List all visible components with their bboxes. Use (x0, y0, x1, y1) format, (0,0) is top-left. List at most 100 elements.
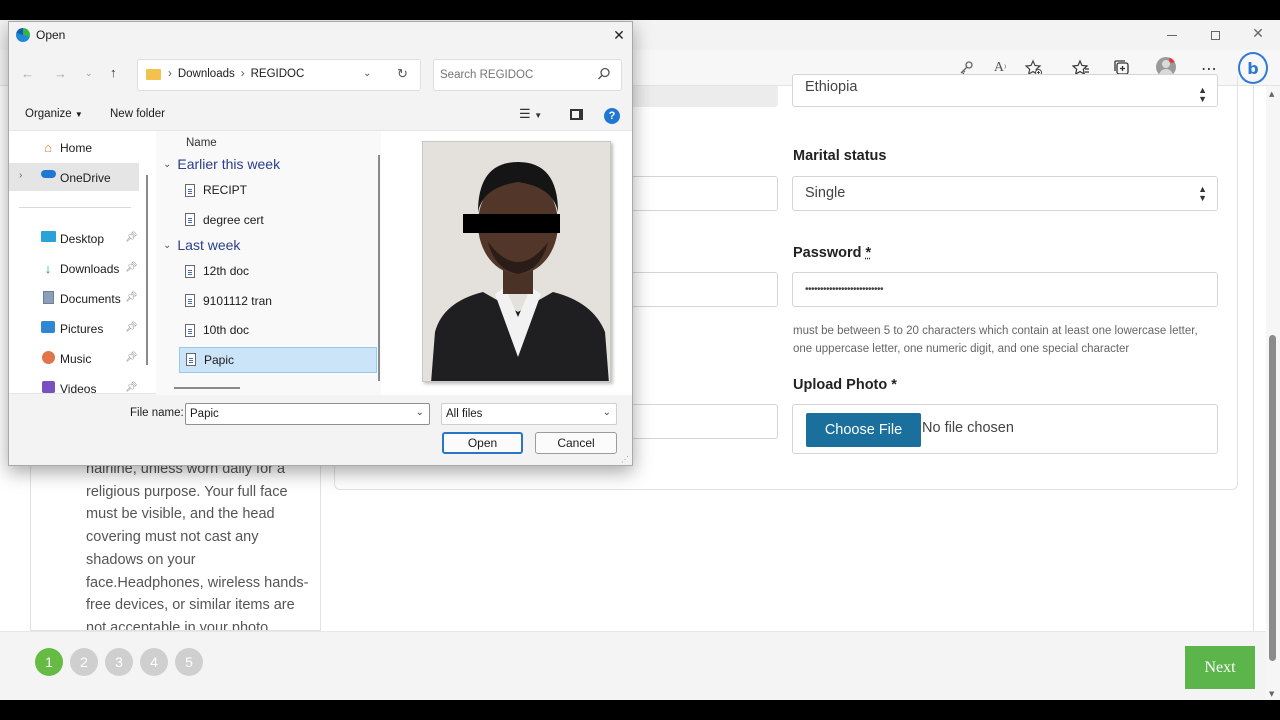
videos-icon (39, 381, 57, 393)
folder-icon (146, 69, 161, 80)
nav-item-label: Documents (60, 292, 121, 306)
recent-locations-icon[interactable]: ⌄ (85, 68, 93, 79)
group-label: Last week (177, 237, 241, 253)
nav-item-documents[interactable]: Documents 📌︎ (9, 284, 139, 312)
column-header-name[interactable]: Name (186, 137, 217, 149)
step-4[interactable]: 4 (140, 648, 168, 676)
preview-pane (381, 131, 632, 395)
nav-pane-scrollbar[interactable] (146, 175, 148, 365)
outer-card-edge (1253, 86, 1254, 631)
nav-item-label: Pictures (60, 322, 104, 336)
nav-item-onedrive[interactable]: › OneDrive (9, 163, 139, 191)
screen-bottom-bar (0, 700, 1280, 720)
breadcrumb-item[interactable]: Downloads (178, 68, 235, 80)
search-input[interactable] (440, 66, 590, 84)
music-icon (39, 351, 57, 364)
forward-icon[interactable]: → (54, 66, 67, 81)
view-menu-icon[interactable]: ☰ ▼ (519, 106, 542, 122)
step-2[interactable]: 2 (70, 648, 98, 676)
nav-divider (19, 207, 131, 208)
minimize-icon[interactable] (1160, 26, 1184, 44)
new-folder-button[interactable]: New folder (110, 108, 165, 120)
nav-item-home[interactable]: ⌂ Home (9, 133, 139, 161)
search-box[interactable] (433, 59, 622, 91)
file-group-header[interactable]: ⌄ Last week (163, 234, 240, 256)
close-window-icon[interactable]: ✕ (1246, 25, 1270, 43)
file-name: Papic (204, 352, 235, 367)
pin-icon[interactable]: 📌︎ (125, 382, 138, 393)
file-list-scrollbar[interactable] (378, 155, 380, 381)
organize-button[interactable]: Organize ▼ (25, 108, 83, 120)
file-item[interactable]: 10th doc (179, 317, 377, 343)
file-name: 12th doc (203, 264, 250, 278)
refresh-icon[interactable]: ↻ (397, 66, 408, 82)
file-group-header[interactable]: ⌄ Earlier this week (163, 153, 280, 175)
page-scrollbar-thumb[interactable] (1269, 335, 1276, 661)
file-item[interactable]: 12th doc (179, 258, 377, 284)
wizard-footer: 12345 Next (0, 631, 1266, 700)
help-icon[interactable]: ? (604, 108, 620, 124)
photo-preview (422, 141, 611, 382)
restore-icon[interactable] (1203, 26, 1227, 44)
nav-item-downloads[interactable]: ↓ Downloads 📌︎ (9, 254, 139, 282)
pin-icon[interactable]: 📌︎ (125, 292, 138, 303)
bing-icon[interactable]: b (1238, 52, 1268, 84)
edge-icon (16, 28, 30, 42)
pin-icon[interactable]: 📌︎ (125, 262, 138, 273)
chevron-down-icon[interactable]: ⌄ (163, 240, 171, 251)
documents-icon (39, 291, 57, 304)
file-item[interactable]: Papic (179, 346, 377, 373)
file-name-combobox[interactable]: Papic ⌄ (185, 403, 430, 425)
breadcrumb-item[interactable]: REGIDOC (251, 68, 305, 80)
chevron-down-icon[interactable]: ⌄ (603, 407, 611, 418)
breadcrumb: › Downloads › REGIDOC (168, 68, 305, 80)
document-icon (185, 264, 195, 278)
nav-item-desktop[interactable]: Desktop 📌︎ (9, 224, 139, 252)
resize-grip-icon[interactable]: ⋰ (621, 455, 629, 464)
downloads-icon: ↓ (44, 261, 52, 276)
file-item[interactable]: 9101112 tran (179, 288, 377, 314)
dialog-content: ⌂ Home › OneDrive Desktop 📌︎ ↓ Downloads 📌︎ Docum… (9, 130, 632, 395)
next-button[interactable]: Next (1185, 646, 1255, 689)
address-bar[interactable]: › Downloads › REGIDOC ⌄ ↻ (137, 59, 421, 91)
pictures-icon (39, 321, 57, 333)
file-name-label: File name: (130, 407, 184, 419)
preview-pane-icon[interactable] (570, 109, 583, 120)
onedrive-icon (39, 170, 57, 178)
file-item[interactable]: degree cert (179, 207, 377, 233)
file-name: 10th doc (203, 323, 250, 337)
chevron-right-icon[interactable]: › (19, 170, 22, 181)
chevron-down-icon[interactable]: ⌄ (163, 159, 171, 170)
file-type-filter[interactable]: All files ⌄ (441, 403, 617, 425)
desktop-icon (39, 231, 57, 242)
nav-item-label: Home (60, 141, 93, 155)
nav-item-videos[interactable]: Videos 📌︎ (9, 374, 139, 395)
pin-icon[interactable]: 📌︎ (125, 322, 138, 333)
file-type-value: All files (446, 408, 483, 420)
file-list-hscroll[interactable] (174, 387, 240, 389)
step-1[interactable]: 1 (35, 648, 63, 676)
document-icon (185, 183, 195, 197)
nav-item-label: Music (60, 352, 92, 366)
nav-item-pictures[interactable]: Pictures 📌︎ (9, 314, 139, 342)
dialog-titlebar: Open ✕ (9, 22, 632, 48)
home-icon: ⌂ (44, 140, 52, 155)
file-item[interactable]: RECIPT (179, 177, 377, 203)
chevron-down-icon[interactable]: ⌄ (416, 407, 424, 418)
chevron-down-icon[interactable]: ⌄ (363, 68, 371, 79)
back-icon[interactable]: ← (21, 66, 34, 81)
nav-item-music[interactable]: Music 📌︎ (9, 344, 139, 372)
file-name: 9101112 tran (203, 293, 272, 308)
file-name: degree cert (203, 212, 264, 227)
step-5[interactable]: 5 (175, 648, 203, 676)
nav-item-label: Downloads (60, 262, 120, 276)
document-icon (186, 353, 196, 366)
cancel-button[interactable]: Cancel (535, 432, 617, 454)
file-name-value[interactable]: Papic (190, 408, 219, 420)
up-icon[interactable]: ↑ (110, 65, 117, 80)
pin-icon[interactable]: 📌︎ (125, 232, 138, 243)
open-button[interactable]: Open (442, 432, 523, 454)
step-3[interactable]: 3 (105, 648, 133, 676)
pin-icon[interactable]: 📌︎ (125, 352, 138, 363)
close-icon[interactable]: ✕ (609, 25, 629, 45)
